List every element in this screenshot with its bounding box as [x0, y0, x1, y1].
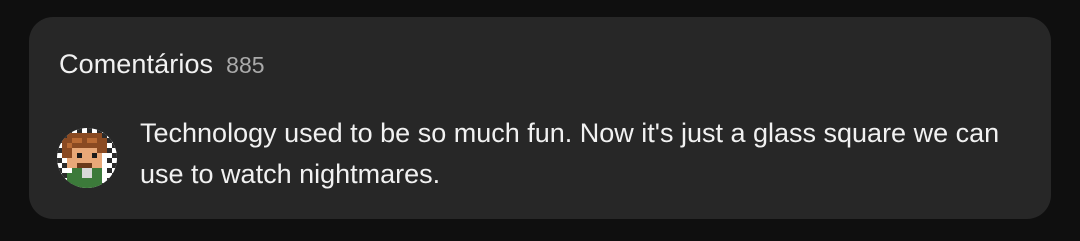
pixel-art-character-avatar-icon: [57, 128, 117, 188]
comments-card[interactable]: Comentários 885 Technology used to be so…: [29, 17, 1051, 219]
top-comment[interactable]: Technology used to be so much fun. Now i…: [57, 113, 1040, 195]
comments-count: 885: [226, 52, 265, 78]
comments-header: Comentários 885: [59, 49, 265, 80]
avatar[interactable]: [57, 128, 117, 188]
comment-text: Technology used to be so much fun. Now i…: [140, 118, 1000, 189]
comments-title: Comentários: [59, 49, 214, 79]
